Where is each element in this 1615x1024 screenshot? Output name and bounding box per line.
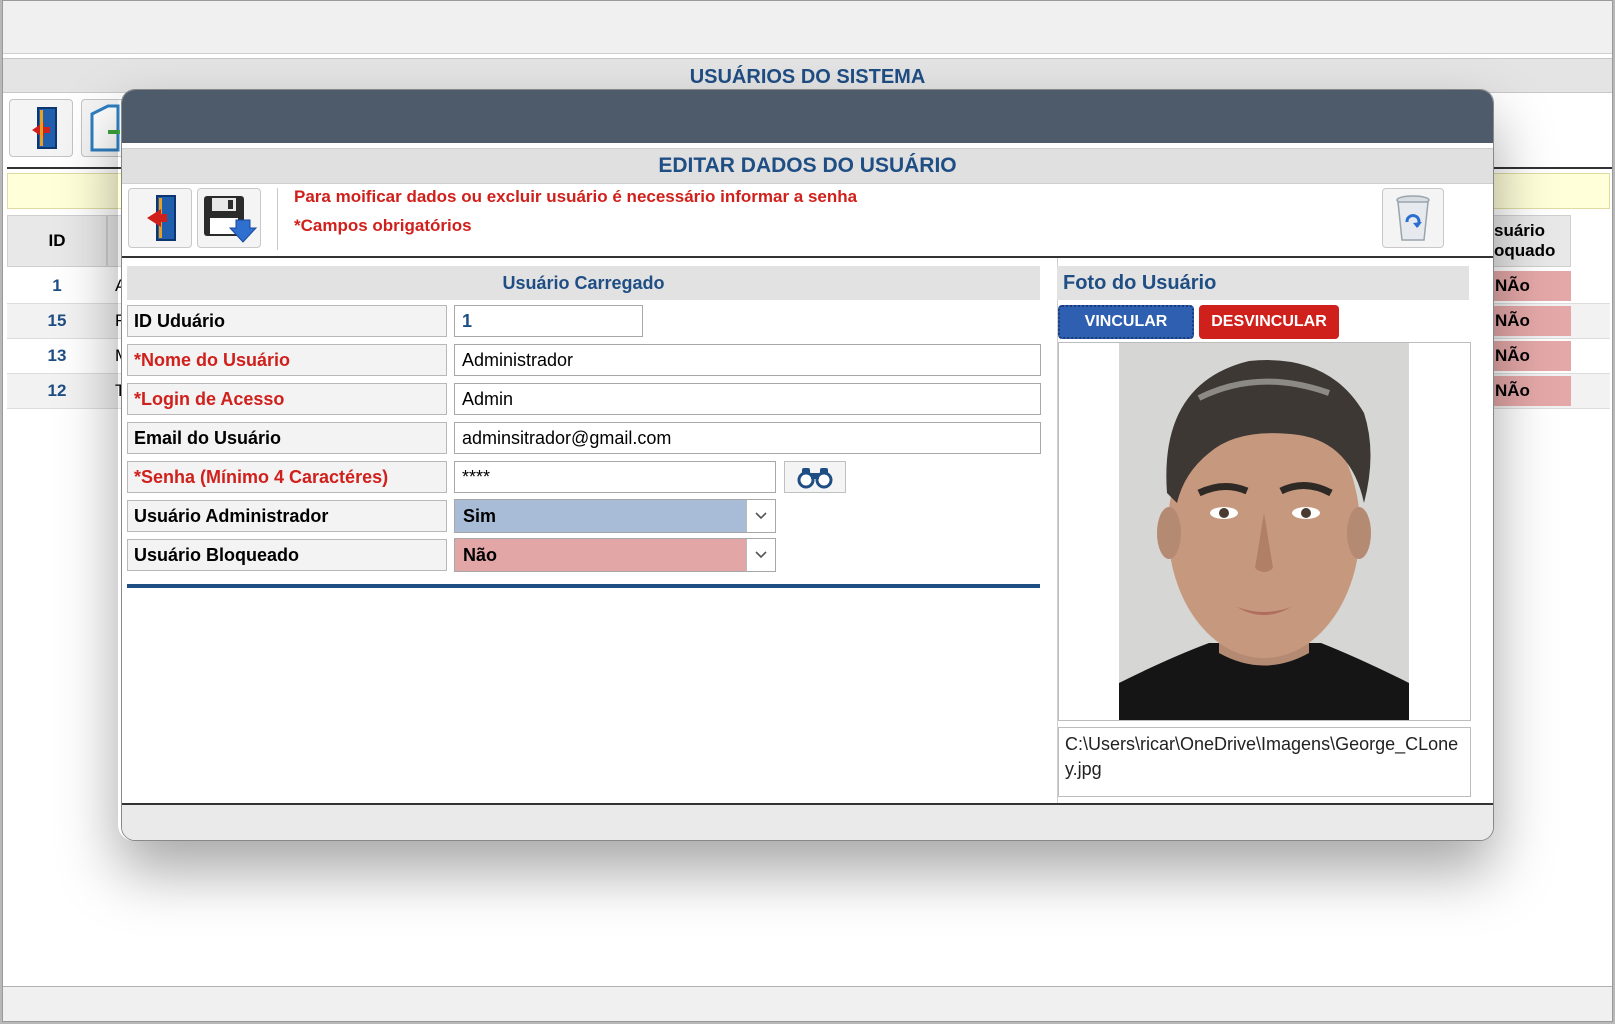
- email-field[interactable]: adminsitrador@gmail.com: [454, 422, 1041, 454]
- row-id: 13: [47, 346, 67, 365]
- user-photo-heading: Foto do Usuário: [1057, 266, 1469, 300]
- chevron-down-icon: [746, 500, 775, 532]
- blocked-select-value: Não: [463, 545, 498, 565]
- dialog-footer: [122, 803, 1493, 840]
- admin-select[interactable]: Sim: [454, 499, 776, 533]
- link-photo-button[interactable]: VINCULAR: [1058, 305, 1194, 339]
- row-blocked: NÃo: [1491, 341, 1571, 371]
- row-blocked: NÃo: [1491, 271, 1571, 301]
- admin-select-value: Sim: [463, 506, 497, 526]
- bg-blocked-header: suário oquado: [1491, 215, 1571, 267]
- login-label: *Login de Acesso: [127, 383, 447, 415]
- required-fields-notice: *Campos obrigatórios: [294, 216, 472, 235]
- login-field[interactable]: Admin: [454, 383, 1041, 415]
- dialog-title: EDITAR DADOS DO USUÁRIO: [658, 154, 957, 177]
- row-id: 1: [52, 276, 62, 295]
- user-id-field[interactable]: 1: [454, 305, 643, 337]
- password-field[interactable]: ****: [454, 461, 776, 493]
- bg-status-bar: [3, 986, 1612, 1021]
- password-notice: Para moificar dados ou excluir usuário é…: [294, 187, 858, 206]
- binoculars-icon: [797, 468, 833, 489]
- user-portrait-image: [1059, 343, 1470, 720]
- window-top-strip: [3, 1, 1612, 54]
- chevron-down-icon: [746, 539, 775, 571]
- bg-blocked-header-line2: oquado: [1494, 241, 1556, 260]
- row-id: 15: [47, 311, 67, 330]
- user-photo: [1058, 342, 1471, 721]
- dialog-header-bar[interactable]: [122, 90, 1493, 143]
- user-id-label: ID Uduário: [127, 305, 447, 337]
- email-label: Email do Usuário: [127, 422, 447, 454]
- password-label: *Senha (Mínimo 4 Caractéres): [127, 461, 447, 493]
- main-title: USUÁRIOS DO SISTEMA: [689, 66, 926, 88]
- exit-door-icon: [147, 195, 176, 241]
- toolbar-separator: [277, 188, 278, 250]
- row-blocked: NÃo: [1491, 376, 1571, 406]
- delete-button[interactable]: [1382, 188, 1444, 248]
- blocked-select[interactable]: Não: [454, 538, 776, 572]
- exit-button[interactable]: [128, 188, 192, 248]
- edit-user-dialog: EDITAR DADOS DO USUÁRIO Para moificar da…: [121, 89, 1494, 841]
- row-blocked: NÃo: [1491, 306, 1571, 336]
- recycle-bin-icon: [1396, 195, 1430, 241]
- bg-id-header: ID: [7, 215, 107, 267]
- bg-blocked-header-line1: suário: [1494, 221, 1546, 240]
- exit-door-icon: [32, 107, 57, 149]
- show-password-button[interactable]: [784, 461, 846, 493]
- form-divider: [127, 584, 1040, 588]
- save-floppy-icon: [204, 196, 258, 243]
- user-name-field[interactable]: Administrador: [454, 344, 1041, 376]
- save-button[interactable]: [197, 188, 261, 248]
- loaded-user-heading: Usuário Carregado: [127, 266, 1040, 300]
- admin-label: Usuário Administrador: [127, 500, 447, 532]
- blocked-label: Usuário Bloqueado: [127, 539, 447, 571]
- user-name-label: *Nome do Usuário: [127, 344, 447, 376]
- row-id: 12: [47, 381, 67, 400]
- bg-exit-button[interactable]: [9, 99, 73, 157]
- photo-path-field: C:\Users\ricar\OneDrive\Imagens\George_C…: [1058, 727, 1471, 797]
- unlink-photo-button[interactable]: DESVINCULAR: [1199, 305, 1339, 339]
